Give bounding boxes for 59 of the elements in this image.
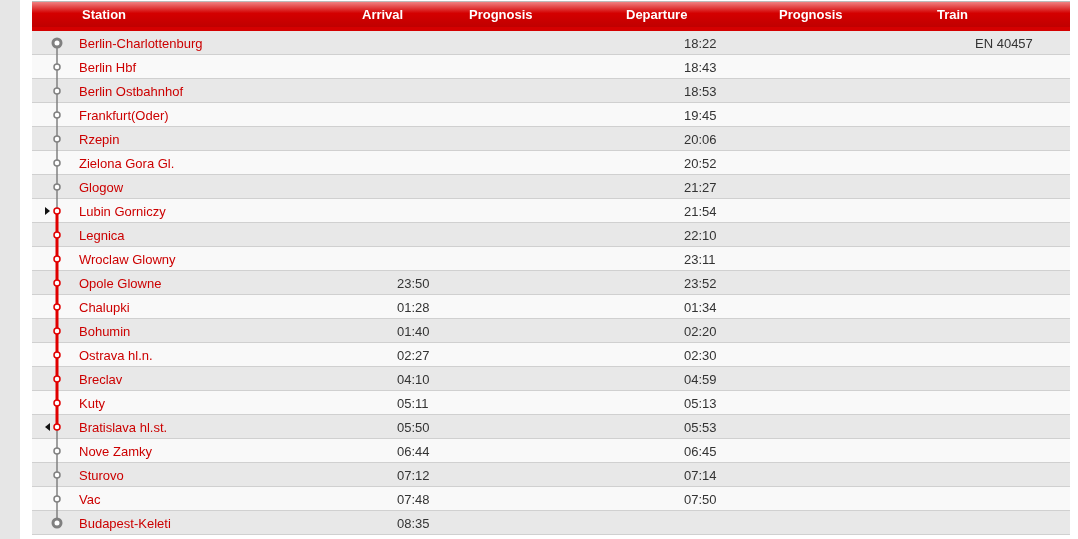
station-link[interactable]: Bohumin: [79, 324, 131, 339]
station-link[interactable]: Kuty: [79, 396, 105, 411]
departure-time: 01:34: [684, 300, 717, 315]
station-link[interactable]: Chalupki: [79, 300, 130, 315]
departure-time: 07:50: [684, 492, 717, 507]
arrival-time: 06:44: [397, 444, 430, 459]
departure-time: 22:10: [684, 228, 717, 243]
departure-time: 20:52: [684, 156, 717, 171]
station-link[interactable]: Rzepin: [79, 132, 120, 147]
departure-time: 21:54: [684, 204, 717, 219]
station-link[interactable]: Vac: [79, 492, 101, 507]
departure-time: 02:20: [684, 324, 717, 339]
train-number: EN 40457: [975, 36, 1033, 51]
station-link[interactable]: Nove Zamky: [79, 444, 152, 459]
departure-time: 18:53: [684, 84, 717, 99]
departure-time: 06:45: [684, 444, 717, 459]
departure-time: 05:13: [684, 396, 717, 411]
arrival-time: 04:10: [397, 372, 430, 387]
departure-time: 20:06: [684, 132, 717, 147]
departure-time: 07:14: [684, 468, 717, 483]
station-link[interactable]: Ostrava hl.n.: [79, 348, 153, 363]
column-header: Departure: [625, 5, 689, 24]
column-header: Arrival: [361, 5, 405, 24]
station-link[interactable]: Wroclaw Glowny: [79, 252, 176, 267]
departure-time: 02:30: [684, 348, 717, 363]
arrival-time: 23:50: [397, 276, 430, 291]
arrival-time: 01:28: [397, 300, 430, 315]
column-header: Train: [936, 5, 970, 24]
station-link[interactable]: Legnica: [79, 228, 125, 243]
departure-time: 23:52: [684, 276, 717, 291]
departure-time: 05:53: [684, 420, 717, 435]
column-header: Prognosis: [468, 5, 534, 24]
station-link[interactable]: Budapest-Keleti: [79, 516, 171, 531]
station-link[interactable]: Zielona Gora Gl.: [79, 156, 175, 171]
station-link[interactable]: Frankfurt(Oder): [79, 108, 169, 123]
departure-time: 18:22: [684, 36, 717, 51]
departure-time: 04:59: [684, 372, 717, 387]
departure-time: 19:45: [684, 108, 717, 123]
station-link[interactable]: Glogow: [79, 180, 124, 195]
station-link[interactable]: Berlin Ostbahnhof: [79, 84, 184, 99]
station-link[interactable]: Opole Glowne: [79, 276, 162, 291]
station-link[interactable]: Bratislava hl.st.: [79, 420, 168, 435]
arrival-time: 08:35: [397, 516, 430, 531]
arrival-time: 07:12: [397, 468, 430, 483]
station-link[interactable]: Berlin Hbf: [79, 60, 137, 75]
departure-time: 23:11: [684, 252, 716, 267]
departure-time: 21:27: [684, 180, 717, 195]
station-link[interactable]: Lubin Gorniczy: [79, 204, 166, 219]
departure-time: 18:43: [684, 60, 717, 75]
station-link[interactable]: Berlin-Charlottenburg: [79, 36, 203, 51]
column-header: Station: [81, 5, 128, 24]
station-link[interactable]: Sturovo: [79, 468, 124, 483]
arrival-time: 05:50: [397, 420, 430, 435]
arrival-time: 05:11: [397, 396, 429, 411]
station-link[interactable]: Breclav: [79, 372, 123, 387]
arrival-time: 02:27: [397, 348, 430, 363]
column-header: Prognosis: [778, 5, 844, 24]
arrival-time: 01:40: [397, 324, 430, 339]
arrival-time: 07:48: [397, 492, 430, 507]
